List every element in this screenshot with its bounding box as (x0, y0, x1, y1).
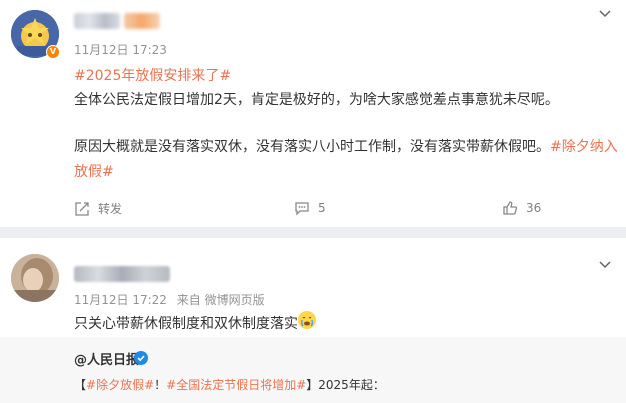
hashtag-title[interactable]: #2025年放假安排来了# (74, 65, 231, 85)
post-text-line1: 全体公民法定假日增加2天，肯定是极好的，为啥大家感觉差点事意犹未尽呢。 (74, 92, 559, 108)
verified-badge-icon: V (46, 45, 60, 59)
hashtag-holidays-increase[interactable]: #全国法定节假日将增加# (166, 378, 306, 392)
like-button[interactable]: 36 (502, 200, 541, 216)
repost-icon (75, 201, 89, 216)
chevron-down-icon[interactable] (597, 6, 613, 22)
post-text: 只关心带薪休假制度和双休制度落实 (74, 316, 298, 332)
username-badge-blurred (124, 13, 160, 29)
quote-author[interactable]: @人民日报 (74, 349, 139, 368)
quote-text: 【#除夕放假#！#全国法定节假日将增加#】2025年起： (74, 376, 385, 393)
exclamation: ！ (154, 378, 167, 392)
verified-badge-icon (134, 351, 148, 365)
username-blurred[interactable] (74, 266, 170, 282)
quoted-post[interactable] (0, 337, 626, 403)
bracket-open: 【 (74, 378, 87, 392)
crying-face-icon (298, 311, 316, 329)
post-source: 来自 微博网页版 (176, 293, 265, 307)
comment-button[interactable]: 5 (294, 200, 326, 216)
post-card: V 11月12日 17:23 #2025年放假安排来了# 全体公民法定假日增加2… (0, 0, 626, 227)
chevron-down-icon[interactable] (597, 257, 613, 273)
hashtag-chuxi-fangjia[interactable]: #除夕放假# (86, 378, 154, 392)
post-text-line2-prefix: 原因大概就是没有落实双休，没有落实八小时工作制，没有落实带薪休假吧。 (74, 139, 550, 155)
post-timestamp[interactable]: 11月12日 17:23 (74, 41, 167, 58)
comment-icon (295, 202, 309, 216)
comment-count: 5 (318, 201, 326, 215)
hashtag-chuxi-part1[interactable]: #除夕纳入 (550, 139, 618, 155)
avatar[interactable] (11, 254, 59, 302)
hashtag-chuxi-part2[interactable]: 放假# (74, 161, 114, 181)
quote-tail: 】2025年起： (306, 378, 385, 392)
emoji-icon (298, 311, 316, 329)
like-icon (503, 201, 518, 215)
avatar-image (11, 254, 59, 302)
post-timestamp[interactable]: 11月12日 17:22 (74, 293, 167, 307)
check-icon (137, 355, 145, 362)
post-meta: 11月12日 17:22 来自 微博网页版 (74, 291, 265, 308)
repost-button[interactable]: 转发 (74, 200, 122, 217)
like-count: 36 (526, 201, 542, 215)
username-blurred[interactable] (74, 13, 120, 29)
repost-label: 转发 (98, 202, 123, 216)
post-text-line2: 原因大概就是没有落实双休，没有落实八小时工作制，没有落实带薪休假吧。#除夕纳入 (74, 136, 618, 156)
